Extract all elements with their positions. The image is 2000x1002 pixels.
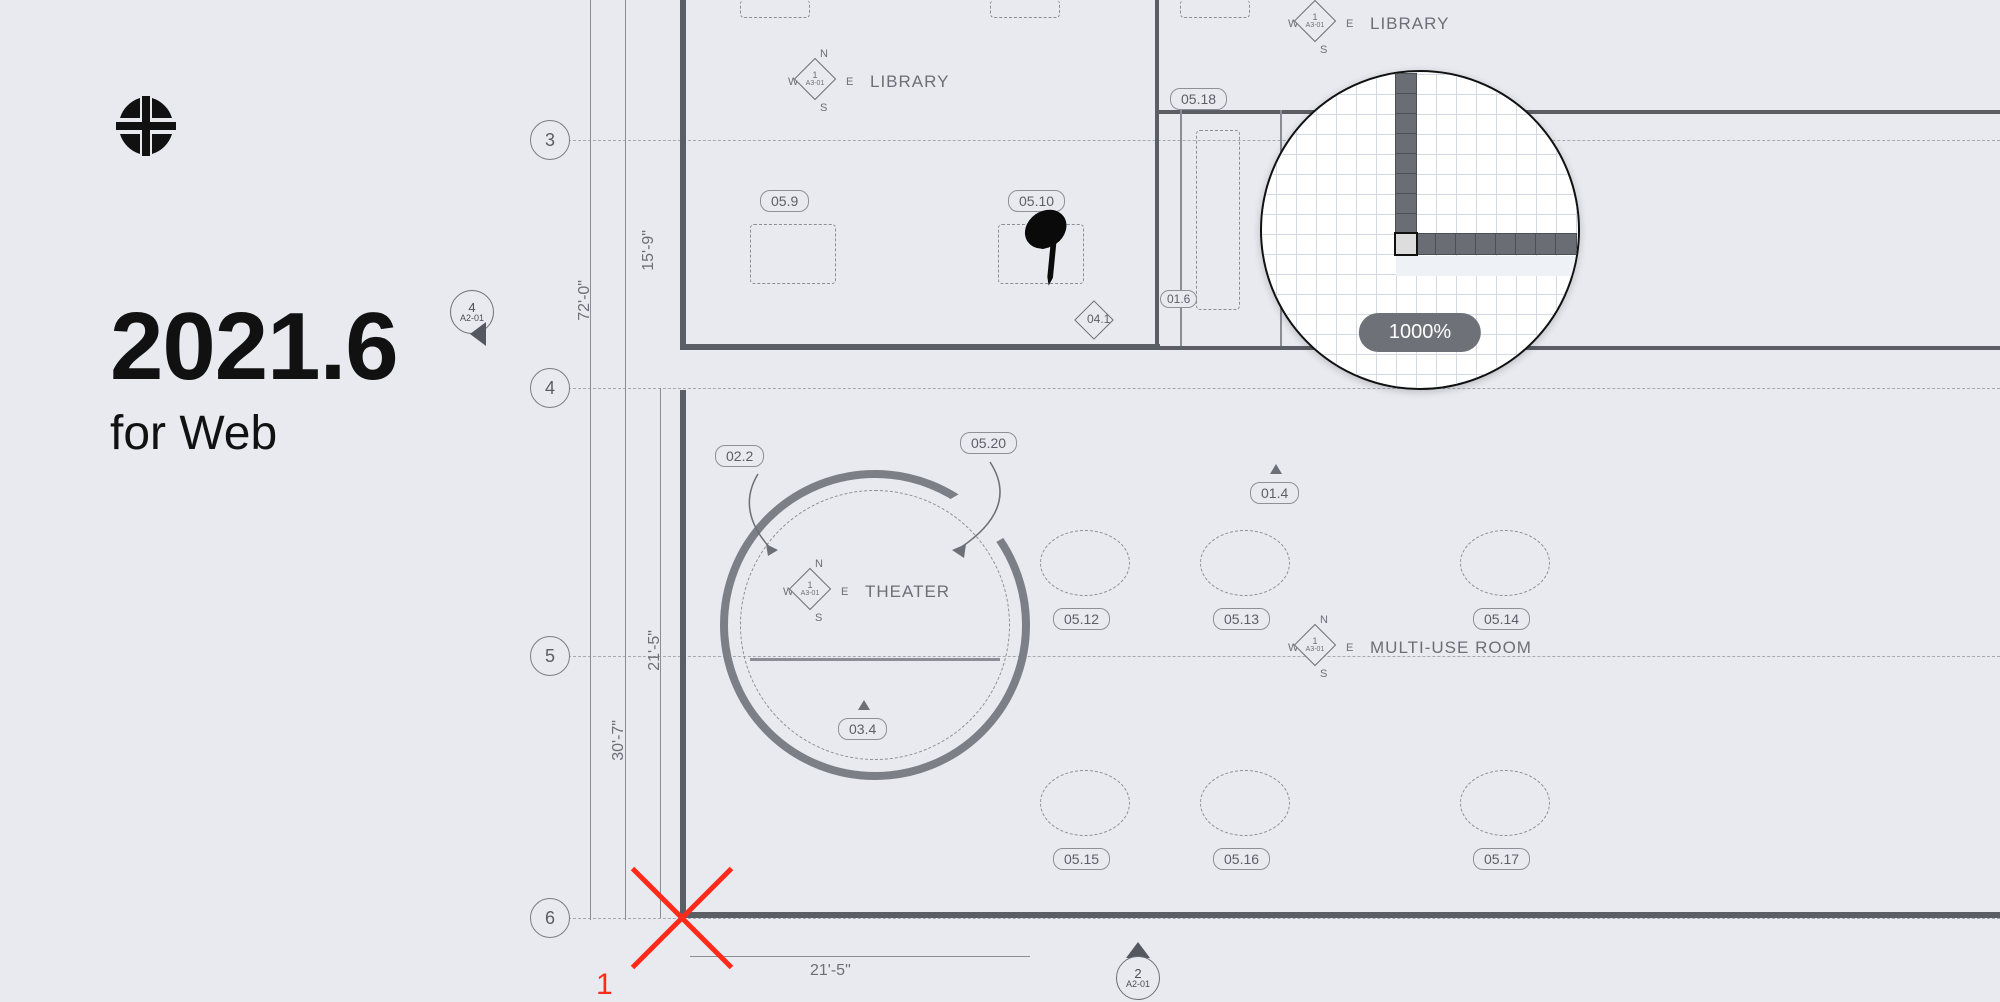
chair-05-12 <box>1040 530 1130 596</box>
globe-logo-icon <box>110 90 398 162</box>
version-subtitle: for Web <box>110 406 398 461</box>
magnifier-pixel <box>1396 134 1416 154</box>
section-marker-2: 2 A2-01 <box>1116 956 1160 1000</box>
chair-05-17 <box>1460 770 1550 836</box>
magnifier-pixel <box>1396 94 1416 114</box>
arrow-01-4 <box>1270 464 1282 474</box>
dim-bracket-outer <box>590 0 591 920</box>
theater-diameter-line <box>750 658 1000 661</box>
wall-lower-bottom <box>680 912 2000 918</box>
grid-line-4 <box>568 388 2000 389</box>
magnifier-pixel <box>1396 194 1416 214</box>
dimension-21-5-h: 21'-5" <box>810 962 851 980</box>
leader-02-2 <box>730 470 810 560</box>
magnifier-pixel <box>1416 234 1436 254</box>
chair-05-16 <box>1200 770 1290 836</box>
chair-05-13 <box>1200 530 1290 596</box>
tag-01-6: 01.6 <box>1160 290 1197 308</box>
furniture-05-9 <box>750 224 836 284</box>
origin-marker-x[interactable] <box>612 848 752 988</box>
compass-library: N W E S 1A3-01 <box>800 58 830 100</box>
tag-05-17: 05.17 <box>1473 848 1530 870</box>
magnifier-pixel <box>1456 234 1476 254</box>
zoom-level-pill: 1000% <box>1359 313 1481 352</box>
magnifier-pixel <box>1396 174 1416 194</box>
arrow-03-4 <box>858 700 870 710</box>
room-label-theater: THEATER <box>865 582 950 602</box>
magnifier-pixel <box>1516 234 1536 254</box>
compass-library-2: N W E S 1A3-01 <box>1300 0 1330 42</box>
opening-3 <box>1180 0 1250 18</box>
compass-multiuse: N W E S 1A3-01 <box>1300 624 1330 666</box>
section-marker-4: 4 A2-01 <box>450 290 494 334</box>
grid-bubble-3: 3 <box>530 120 570 160</box>
dimension-72-0: 72'-0" <box>576 280 594 321</box>
origin-marker-label: 1 <box>596 968 613 1002</box>
tag-02-2: 02.2 <box>715 445 764 467</box>
tag-05-16: 05.16 <box>1213 848 1270 870</box>
magnifier-pixel <box>1496 234 1516 254</box>
tag-05-20: 05.20 <box>960 432 1017 454</box>
zoom-magnifier[interactable]: 1000% <box>1260 70 1580 390</box>
magnifier-pixel <box>1476 234 1496 254</box>
magnifier-pixel <box>1396 114 1416 134</box>
tag-05-14: 05.14 <box>1473 608 1530 630</box>
wall-partition-1 <box>1180 110 1182 350</box>
magnifier-pixel <box>1556 234 1576 254</box>
room-label-library: LIBRARY <box>870 72 949 92</box>
magnifier-pixel <box>1396 154 1416 174</box>
dim-bracket-mid <box>625 0 626 920</box>
room-label-multiuse: MULTI-USE ROOM <box>1370 638 1532 658</box>
tag-04-1: 04.1 <box>1077 310 1120 328</box>
leader-05-20 <box>930 458 1030 558</box>
magnifier-cursor-pixel <box>1396 234 1416 254</box>
grid-bubble-4: 4 <box>530 368 570 408</box>
dimension-15-9: 15'-9" <box>640 230 658 271</box>
magnifier-pixel <box>1536 234 1556 254</box>
compass-theater: N W E S 1A3-01 <box>795 568 825 610</box>
chair-05-15 <box>1040 770 1130 836</box>
hero-panel: 2021.6 for Web <box>110 90 398 461</box>
chair-05-14 <box>1460 530 1550 596</box>
tag-03-4: 03.4 <box>838 718 887 740</box>
grid-bubble-6: 6 <box>530 898 570 938</box>
wall-library-bottom <box>680 344 1160 350</box>
wall-library-right <box>1155 0 1159 346</box>
grid-line-6 <box>568 918 2000 919</box>
dimension-30-7: 30'-7" <box>610 720 628 761</box>
magnifier-fill <box>1396 256 1580 276</box>
tag-05-12: 05.12 <box>1053 608 1110 630</box>
tag-05-9: 05.9 <box>760 190 809 212</box>
opening-2 <box>990 0 1060 18</box>
tag-05-18: 05.18 <box>1170 88 1227 110</box>
tag-05-13: 05.13 <box>1213 608 1270 630</box>
version-number: 2021.6 <box>110 292 398 402</box>
floor-plan: 3 4 5 6 4 A2-01 72'-0" 15'-9" 30'-7" 21'… <box>560 0 2000 1000</box>
pushpin-icon[interactable] <box>986 183 1114 312</box>
tag-01-4: 01.4 <box>1250 482 1299 504</box>
tag-05-15: 05.15 <box>1053 848 1110 870</box>
magnifier-pixel <box>1436 234 1456 254</box>
furniture-05-18 <box>1196 130 1240 310</box>
wall-lower-left <box>680 390 686 918</box>
room-label-library-2: LIBRARY <box>1370 14 1449 34</box>
magnifier-pixel <box>1396 74 1416 94</box>
grid-bubble-5: 5 <box>530 636 570 676</box>
opening-1 <box>740 0 810 18</box>
magnifier-pixel <box>1396 214 1416 234</box>
dimension-21-5-v: 21'-5" <box>646 630 664 671</box>
wall-library-left <box>680 0 686 350</box>
